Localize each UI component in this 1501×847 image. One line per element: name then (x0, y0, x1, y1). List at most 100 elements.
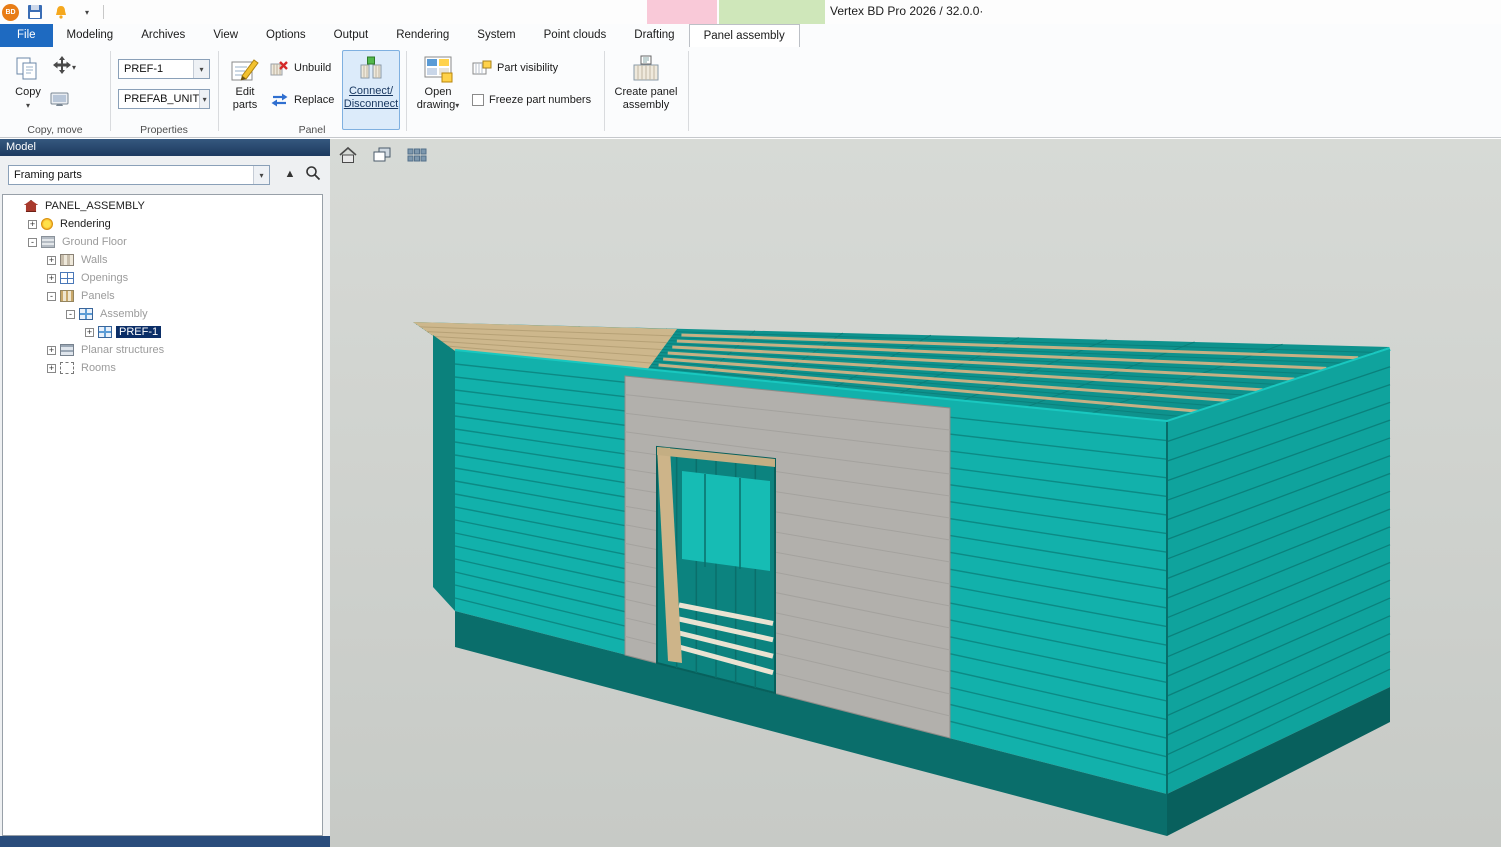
ribbon-tab-bar: FileModelingArchivesViewOptionsOutputRen… (0, 24, 1501, 47)
chevron-down-icon[interactable] (253, 166, 269, 184)
open-drawing-label: Open (425, 86, 452, 99)
sidebar-bottom-bar (0, 836, 330, 847)
create-panel-assembly-button[interactable]: Create panel assembly (610, 51, 682, 129)
panel-type-combo[interactable]: PREFAB_UNIT (118, 89, 210, 109)
tree-item-panel-assembly[interactable]: PANEL_ASSEMBLY (3, 197, 322, 215)
create-panel-label2: assembly (623, 99, 669, 112)
app-logo-icon[interactable]: BD (2, 4, 19, 21)
application-window: BD Vertex BD Pro 2026 / 32.0.0· FileMod (0, 0, 1501, 847)
tree-item-label: Walls (78, 254, 110, 266)
collapse-icon[interactable]: - (66, 310, 75, 319)
planar-structures-icon (60, 344, 74, 356)
ribbon-group-properties: PREF-1 PREFAB_UNIT Properties (110, 47, 218, 137)
connect-disconnect-button[interactable]: Connect/ Disconnect (342, 50, 400, 130)
collapse-icon[interactable]: - (47, 292, 56, 301)
panel-assembly-tab-highlight (719, 0, 825, 24)
dropdown-caret-icon (26, 99, 30, 112)
drafting-tab-highlight (647, 0, 717, 24)
unbuild-label: Unbuild (294, 62, 331, 74)
notifications-button[interactable] (51, 2, 71, 22)
tab-archives[interactable]: Archives (127, 24, 199, 47)
tab-panel-assembly[interactable]: Panel assembly (689, 24, 800, 47)
tab-modeling[interactable]: Modeling (53, 24, 128, 47)
tree-item-label: PREF-1 (116, 326, 161, 338)
tab-output[interactable]: Output (320, 24, 383, 47)
tree-item-walls[interactable]: + Walls (3, 251, 322, 269)
move-button[interactable] (52, 55, 76, 75)
ribbon-group-create: Create panel assembly (604, 47, 688, 137)
rooms-icon (60, 362, 74, 374)
expand-icon[interactable]: + (47, 256, 56, 265)
expand-icon[interactable]: + (47, 274, 56, 283)
save-button[interactable] (25, 2, 45, 22)
panel-name-combo[interactable]: PREF-1 (118, 59, 210, 79)
ribbon-group-panel: Edit parts Unbuild Replace (218, 47, 406, 137)
tree-item-label: Planar structures (78, 344, 167, 356)
tree-item-panels[interactable]: - Panels (3, 287, 322, 305)
part-visibility-label: Part visibility (497, 62, 558, 74)
titlebar: BD Vertex BD Pro 2026 / 32.0.0· (0, 0, 1501, 24)
tab-rendering[interactable]: Rendering (382, 24, 463, 47)
up-arrow-button[interactable] (280, 164, 300, 184)
move-icon (52, 55, 72, 75)
save-icon (27, 4, 43, 20)
tree-item-planar-structures[interactable]: + Planar structures (3, 341, 322, 359)
group-label: Panel (218, 124, 406, 136)
checkbox-icon[interactable] (472, 94, 484, 106)
tree-item-label: Panels (78, 290, 118, 302)
expand-icon[interactable]: + (47, 364, 56, 373)
tree-item-rooms[interactable]: +Rooms (3, 359, 322, 377)
chevron-down-icon[interactable] (199, 90, 209, 108)
tab-point-clouds[interactable]: Point clouds (530, 24, 621, 47)
panel-grid-button[interactable] (402, 142, 430, 168)
windows-button[interactable] (368, 142, 396, 168)
group-label: Copy, move (0, 124, 110, 136)
tree-item-label: PANEL_ASSEMBLY (42, 200, 148, 212)
ribbon-group-copy-move: Copy Copy, move (0, 47, 110, 137)
tree-item-openings[interactable]: +Openings (3, 269, 322, 287)
create-panel-assembly-icon (631, 52, 661, 86)
tree-filter-combo[interactable]: Framing parts (8, 165, 270, 185)
tree-item-ground-floor[interactable]: -Ground Floor (3, 233, 322, 251)
pref-icon (98, 326, 112, 338)
freeze-part-numbers-label: Freeze part numbers (489, 94, 591, 106)
open-drawing-label2: drawing (417, 99, 460, 112)
expand-icon[interactable]: + (85, 328, 94, 337)
expand-icon[interactable]: + (47, 346, 56, 355)
disconnect-label: Disconnect (344, 98, 398, 111)
3d-scene[interactable] (330, 139, 1501, 847)
tree-item-assembly[interactable]: -Assembly (3, 305, 322, 323)
freeze-part-numbers-checkbox[interactable]: Freeze part numbers (472, 89, 591, 111)
edit-parts-button[interactable]: Edit parts (224, 51, 266, 129)
home-icon (337, 145, 359, 165)
tree-item-rendering[interactable]: +Rendering (3, 215, 322, 233)
tree-item-pref-1[interactable]: + PREF-1 (3, 323, 322, 341)
open-drawing-icon (423, 52, 453, 86)
qat-customize-button[interactable] (77, 2, 97, 22)
display-icon (50, 91, 71, 108)
tab-system[interactable]: System (463, 24, 529, 47)
collapse-icon[interactable]: - (28, 238, 37, 247)
part-visibility-button[interactable]: Part visibility (472, 57, 558, 79)
edit-parts-label: parts (233, 99, 257, 112)
views-button[interactable] (334, 142, 362, 168)
copy-button[interactable]: Copy (6, 51, 50, 125)
panel-name-value: PREF-1 (124, 63, 163, 75)
tab-options[interactable]: Options (252, 24, 320, 47)
chevron-down-icon[interactable] (193, 60, 209, 78)
quick-access-toolbar: BD (2, 2, 104, 22)
unbuild-button[interactable]: Unbuild (270, 57, 331, 79)
3d-viewport[interactable] (330, 139, 1501, 847)
copy-view-button[interactable] (50, 91, 71, 108)
tab-drafting[interactable]: Drafting (620, 24, 688, 47)
tree-filter-row: Framing parts (0, 156, 330, 194)
tab-view[interactable]: View (199, 24, 252, 47)
viewport-toolbar (334, 142, 430, 168)
ground-floor-icon (41, 236, 55, 248)
expand-icon[interactable]: + (28, 220, 37, 229)
open-drawing-button[interactable]: Open drawing (410, 51, 466, 129)
tab-file[interactable]: File (0, 24, 53, 47)
openings-icon (60, 272, 74, 284)
replace-button[interactable]: Replace (270, 89, 334, 111)
search-button[interactable] (303, 164, 323, 184)
